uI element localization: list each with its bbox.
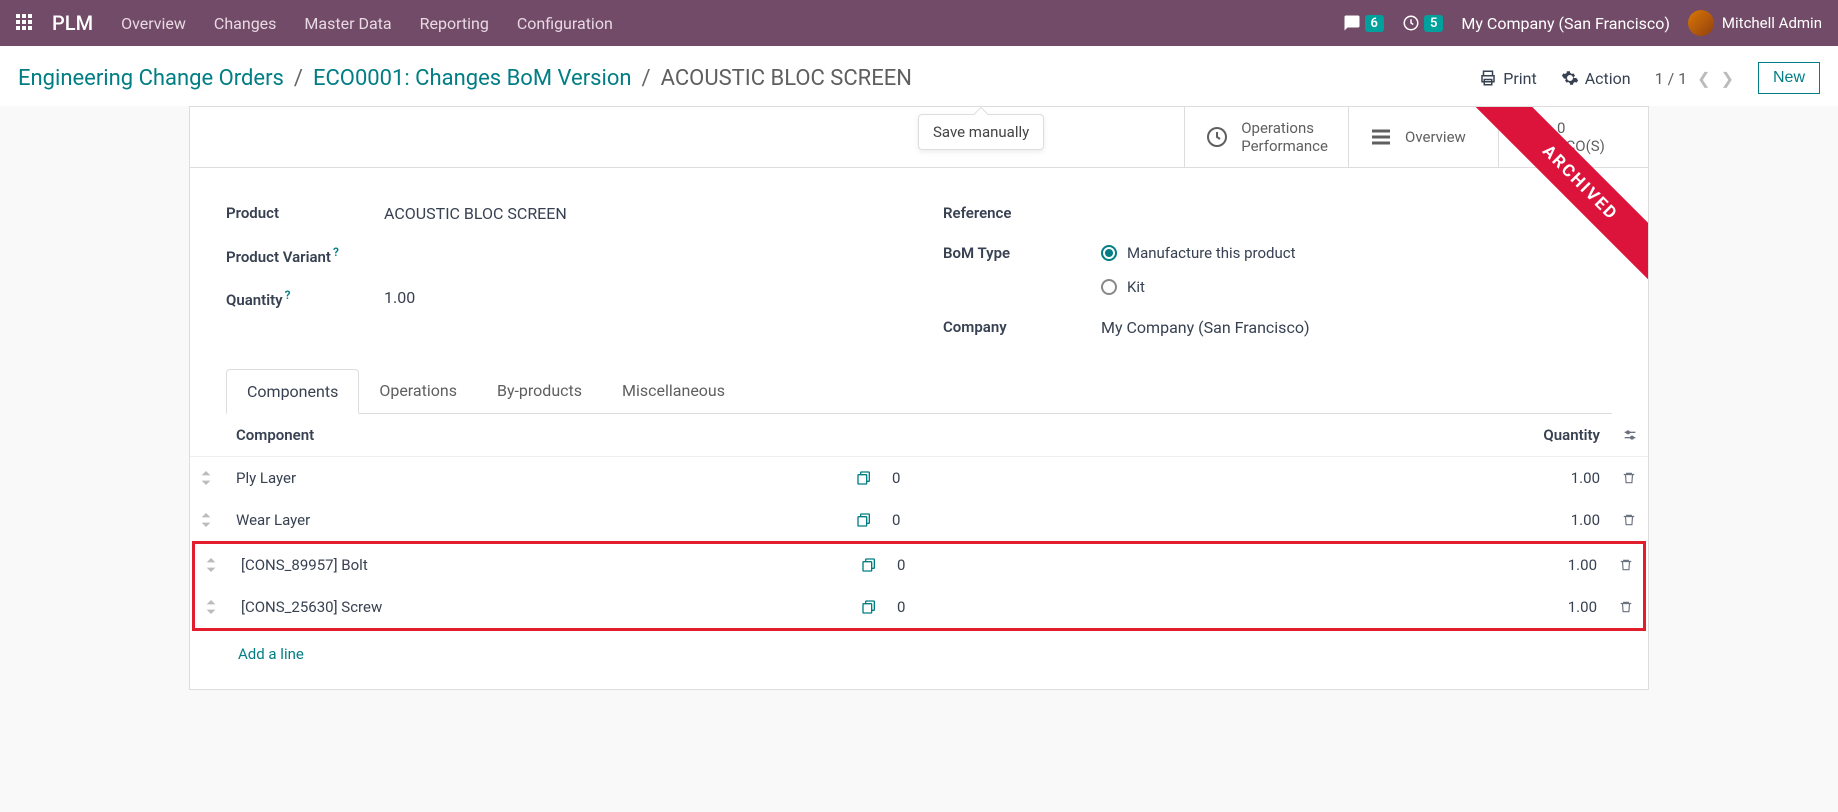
user-name: Mitchell Admin [1722, 14, 1822, 32]
pager-prev[interactable]: ❮ [1697, 69, 1710, 88]
add-line-button[interactable]: Add a line [190, 631, 1648, 677]
component-name[interactable]: [CONS_25630] Screw [231, 586, 851, 628]
tabs: Components Operations By-products Miscel… [226, 369, 1612, 414]
table-row[interactable]: [CONS_89957] Bolt 0 1.00 [195, 544, 1643, 586]
gear-icon [1561, 69, 1579, 87]
brand[interactable]: PLM [52, 11, 93, 35]
table-row[interactable]: Wear Layer 0 1.00 [190, 499, 1648, 541]
chat-icon [1343, 14, 1361, 32]
nav-reporting[interactable]: Reporting [420, 14, 489, 33]
trash-icon[interactable] [1619, 557, 1633, 573]
company-value[interactable]: My Company (San Francisco) [1101, 318, 1310, 337]
component-name[interactable]: Ply Layer [226, 457, 846, 500]
nav-overview[interactable]: Overview [121, 14, 186, 33]
user-menu[interactable]: Mitchell Admin [1688, 10, 1822, 36]
catalog-qty: 0 [887, 586, 1487, 628]
row-quantity[interactable]: 1.00 [1487, 586, 1609, 628]
drag-handle-icon[interactable] [190, 457, 226, 500]
messages-count: 6 [1365, 15, 1384, 32]
catalog-icon[interactable] [856, 470, 872, 486]
highlighted-rows: [CONS_89957] Bolt 0 1.00 [192, 541, 1646, 631]
catalog-icon[interactable] [861, 557, 877, 573]
pager: 1 / 1 ❮ ❯ [1655, 69, 1734, 88]
catalog-qty: 0 [887, 544, 1487, 586]
action-button[interactable]: Action [1561, 69, 1631, 88]
catalog-icon[interactable] [856, 512, 872, 528]
radio-checked-icon [1101, 245, 1117, 261]
nav-configuration[interactable]: Configuration [517, 14, 613, 33]
tab-by-products[interactable]: By-products [477, 369, 602, 413]
row-quantity[interactable]: 1.00 [1482, 499, 1612, 541]
ecos-button[interactable]: 0 ECO(S) [1498, 107, 1648, 167]
list-icon [1369, 125, 1393, 149]
breadcrumb-root[interactable]: Engineering Change Orders [18, 66, 284, 91]
form-sheet: ARCHIVED Operations Performance Overview… [189, 106, 1649, 690]
breadcrumb-sep: / [642, 66, 651, 91]
help-icon[interactable]: ? [285, 288, 291, 302]
bom-type-kit[interactable]: Kit [1101, 278, 1296, 296]
reference-label: Reference [943, 204, 1101, 222]
options-icon[interactable] [1622, 427, 1638, 443]
print-button[interactable]: Print [1479, 69, 1536, 88]
tab-operations[interactable]: Operations [359, 369, 477, 413]
nav-master-data[interactable]: Master Data [304, 14, 391, 33]
nav-items: Overview Changes Master Data Reporting C… [121, 14, 613, 33]
nav-changes[interactable]: Changes [214, 14, 277, 33]
save-tooltip: Save manually [918, 114, 1044, 150]
help-icon[interactable]: ? [333, 245, 339, 259]
clock-icon [1205, 125, 1229, 149]
breadcrumb-bar: Engineering Change Orders / ECO0001: Cha… [0, 46, 1838, 106]
breadcrumb-sep: / [294, 66, 303, 91]
operations-performance-button[interactable]: Operations Performance [1184, 107, 1348, 167]
component-name[interactable]: [CONS_89957] Bolt [231, 544, 851, 586]
components-table: Component Quantity Ply Layer [190, 414, 1648, 541]
clock-icon [1402, 14, 1420, 32]
catalog-qty: 0 [882, 499, 1482, 541]
pager-text: 1 / 1 [1655, 69, 1688, 88]
row-quantity[interactable]: 1.00 [1487, 544, 1609, 586]
breadcrumb-eco[interactable]: ECO0001: Changes BoM Version [313, 66, 632, 91]
breadcrumb: Engineering Change Orders / ECO0001: Cha… [18, 66, 912, 91]
drag-handle-icon[interactable] [190, 499, 226, 541]
apps-menu-icon[interactable] [16, 14, 34, 32]
print-icon [1479, 69, 1497, 87]
tab-miscellaneous[interactable]: Miscellaneous [602, 369, 745, 413]
catalog-qty: 0 [882, 457, 1482, 500]
radio-unchecked-icon [1101, 279, 1117, 295]
bom-type-manufacture[interactable]: Manufacture this product [1101, 244, 1296, 262]
pager-next[interactable]: ❯ [1721, 69, 1734, 88]
drag-handle-icon[interactable] [195, 586, 231, 628]
trash-icon[interactable] [1619, 599, 1633, 615]
table-row[interactable]: Ply Layer 0 1.00 [190, 457, 1648, 500]
activities-button[interactable]: 5 [1402, 14, 1443, 32]
top-nav: PLM Overview Changes Master Data Reporti… [0, 0, 1838, 46]
breadcrumb-current: ACOUSTIC BLOC SCREEN [661, 66, 912, 91]
company-selector[interactable]: My Company (San Francisco) [1461, 14, 1670, 33]
col-quantity: Quantity [1482, 414, 1612, 457]
activities-count: 5 [1424, 15, 1443, 32]
variant-label: Product Variant? [226, 245, 384, 266]
messages-button[interactable]: 6 [1343, 14, 1384, 32]
new-button[interactable]: New [1758, 62, 1820, 94]
drag-handle-icon[interactable] [195, 544, 231, 586]
company-label: Company [943, 318, 1101, 336]
gears-icon [1519, 124, 1545, 150]
quantity-label: Quantity? [226, 288, 384, 309]
quantity-value[interactable]: 1.00 [384, 288, 415, 307]
component-name[interactable]: Wear Layer [226, 499, 846, 541]
bom-type-label: BoM Type [943, 244, 1101, 262]
product-value[interactable]: ACOUSTIC BLOC SCREEN [384, 204, 567, 223]
tab-components[interactable]: Components [226, 369, 359, 414]
avatar [1688, 10, 1714, 36]
catalog-icon[interactable] [861, 599, 877, 615]
overview-button[interactable]: Overview [1348, 107, 1498, 167]
trash-icon[interactable] [1622, 470, 1638, 486]
row-quantity[interactable]: 1.00 [1482, 457, 1612, 500]
table-row[interactable]: [CONS_25630] Screw 0 1.00 [195, 586, 1643, 628]
product-label: Product [226, 204, 384, 222]
trash-icon[interactable] [1622, 512, 1638, 528]
col-component: Component [226, 414, 846, 457]
